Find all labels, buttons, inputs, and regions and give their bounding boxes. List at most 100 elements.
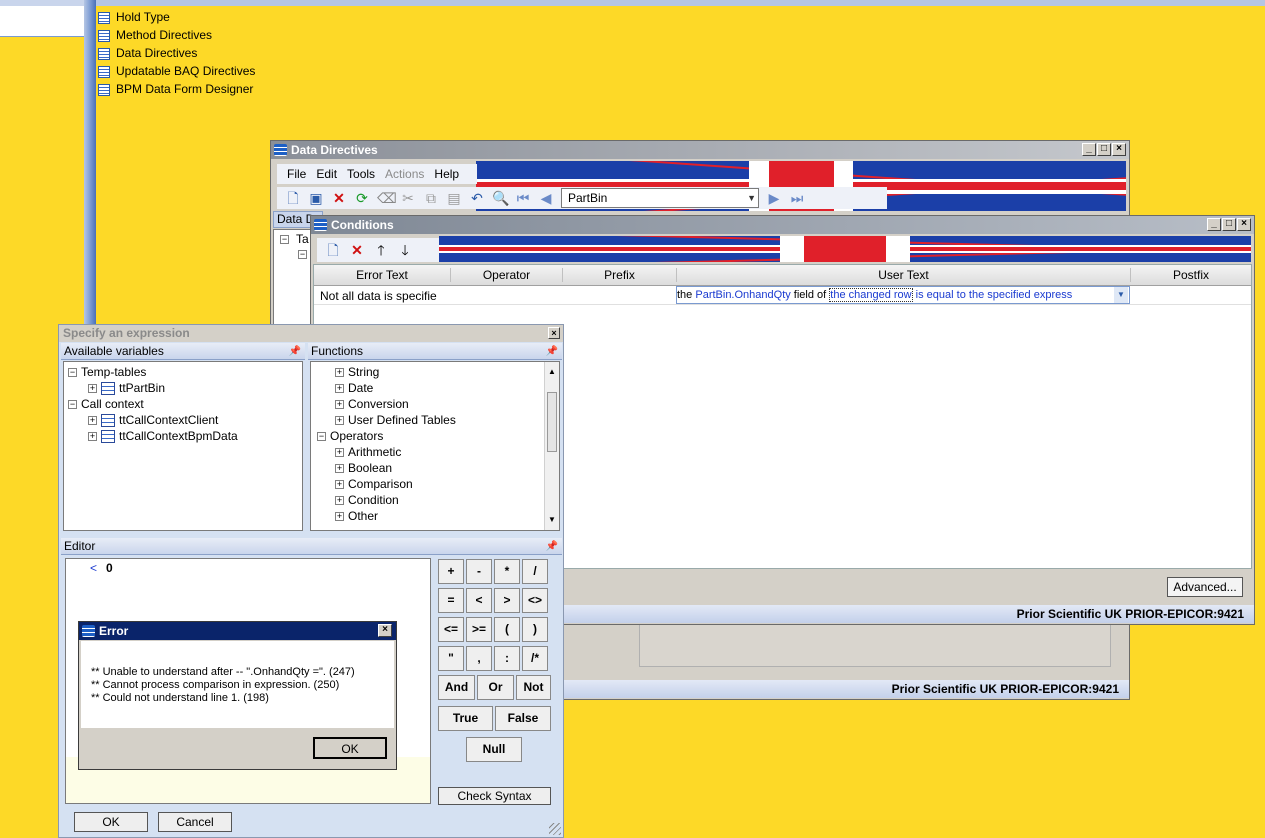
expand-icon[interactable]: +	[335, 480, 344, 490]
minimize-button[interactable]: _	[1207, 218, 1221, 231]
advanced-button[interactable]: Advanced...	[1167, 577, 1243, 597]
expand-icon[interactable]: +	[335, 384, 344, 394]
collapse-icon[interactable]: −	[68, 400, 77, 410]
list-item[interactable]: Data Directives	[98, 46, 197, 60]
list-item[interactable]: Updatable BAQ Directives	[98, 64, 255, 78]
col-operator[interactable]: Operator	[450, 268, 562, 282]
col-user-text[interactable]: User Text	[676, 268, 1130, 282]
col-postfix[interactable]: Postfix	[1130, 268, 1251, 282]
tree-node-arithmetic[interactable]: + Arithmetic	[335, 444, 401, 460]
eraser-icon[interactable]: ⌫	[377, 190, 397, 206]
pin-icon[interactable]: 📌	[546, 343, 558, 360]
scroll-thumb[interactable]	[547, 392, 557, 452]
menu-edit[interactable]: Edit	[316, 167, 337, 181]
next-record-icon[interactable]: ▶	[766, 190, 782, 206]
field-link[interactable]: PartBin.OnhandQty	[695, 289, 790, 301]
check-syntax-button[interactable]: Check Syntax	[438, 787, 551, 805]
scroll-down-icon[interactable]: ▼	[548, 512, 556, 528]
conditions-titlebar[interactable]: Conditions _ □ ×	[311, 216, 1254, 234]
and-button[interactable]: And	[438, 675, 475, 700]
expand-icon[interactable]: +	[335, 400, 344, 410]
collapse-icon[interactable]: −	[280, 235, 289, 244]
maximize-button[interactable]: □	[1222, 218, 1236, 231]
less-equal-button[interactable]: <=	[438, 617, 464, 642]
chevron-down-icon[interactable]: ▼	[1114, 287, 1128, 303]
tree-node-temp-tables[interactable]: − Temp-tables	[68, 364, 146, 380]
tree-node-ttcallcontextbpmdata[interactable]: + ttCallContextBpmData	[88, 428, 238, 444]
null-button[interactable]: Null	[466, 737, 522, 762]
move-up-icon[interactable]: 🡑	[373, 242, 389, 258]
scrollbar[interactable]: ▲ ▼	[544, 362, 559, 530]
new-icon[interactable]: 🗋	[325, 242, 341, 258]
close-button[interactable]: ×	[548, 327, 560, 339]
close-button[interactable]: ×	[378, 624, 392, 637]
new-icon[interactable]: 🗋	[285, 190, 301, 206]
search-icon[interactable]: 🔍	[492, 190, 509, 206]
not-equal-button[interactable]: <>	[522, 588, 548, 613]
cancel-button[interactable]: Cancel	[158, 812, 232, 832]
undo-icon[interactable]: ↶	[469, 190, 485, 206]
record-selector[interactable]: PartBin ▼	[561, 188, 759, 208]
collapse-icon[interactable]: −	[317, 432, 326, 442]
tree-node-date[interactable]: + Date	[335, 380, 373, 396]
open-paren-button[interactable]: (	[494, 617, 520, 642]
pin-icon[interactable]: 📌	[546, 538, 558, 555]
comment-button[interactable]: /*	[522, 646, 548, 671]
collapse-icon[interactable]: −	[68, 368, 77, 378]
collapse-icon[interactable]: −	[298, 250, 307, 259]
error-ok-button[interactable]: OK	[313, 737, 387, 759]
delete-icon[interactable]: ✕	[349, 242, 365, 258]
expand-icon[interactable]: +	[335, 512, 344, 522]
expand-icon[interactable]: +	[335, 416, 344, 426]
tree-node-string[interactable]: + String	[335, 364, 379, 380]
expand-icon[interactable]: +	[335, 368, 344, 378]
delete-icon[interactable]: ✕	[331, 190, 347, 206]
scroll-up-icon[interactable]: ▲	[548, 364, 556, 380]
comma-button[interactable]: ,	[466, 646, 492, 671]
refresh-icon[interactable]: ⟳	[354, 190, 370, 206]
tree-node-conversion[interactable]: + Conversion	[335, 396, 409, 412]
tree-node-condition[interactable]: + Condition	[335, 492, 399, 508]
or-button[interactable]: Or	[477, 675, 514, 700]
close-button[interactable]: ×	[1237, 218, 1251, 231]
first-record-icon[interactable]: ⏮	[515, 190, 531, 206]
pin-icon[interactable]: 📌	[289, 343, 301, 360]
cell-error-text[interactable]: Not all data is specifie	[320, 289, 437, 303]
tree-node-operators[interactable]: − Operators	[317, 428, 383, 444]
cut-icon[interactable]: ✂	[400, 190, 416, 206]
ok-button[interactable]: OK	[74, 812, 148, 832]
tree-node-comparison[interactable]: + Comparison	[335, 476, 413, 492]
table-row[interactable]: Not all data is specifie the PartBin.Onh…	[314, 286, 1251, 305]
quote-button[interactable]: "	[438, 646, 464, 671]
expand-icon[interactable]: +	[335, 464, 344, 474]
menu-file[interactable]: File	[287, 167, 306, 181]
expand-icon[interactable]: +	[335, 496, 344, 506]
equals-button[interactable]: =	[438, 588, 464, 613]
expand-icon[interactable]: +	[88, 416, 97, 426]
col-prefix[interactable]: Prefix	[562, 268, 676, 282]
expand-icon[interactable]: +	[335, 448, 344, 458]
divide-button[interactable]: /	[522, 559, 548, 584]
last-record-icon[interactable]: ⏭	[789, 190, 805, 206]
minimize-button[interactable]: _	[1082, 143, 1096, 156]
minus-button[interactable]: -	[466, 559, 492, 584]
list-item[interactable]: BPM Data Form Designer	[98, 82, 253, 96]
close-button[interactable]: ×	[1112, 143, 1126, 156]
expression-link[interactable]: the specified express	[969, 289, 1072, 301]
greater-equal-button[interactable]: >=	[466, 617, 492, 642]
expand-icon[interactable]: +	[88, 432, 97, 442]
prev-record-icon[interactable]: ◀	[538, 190, 554, 206]
operator-link[interactable]: is equal to	[913, 289, 969, 301]
multiply-button[interactable]: *	[494, 559, 520, 584]
tree-node-other[interactable]: + Other	[335, 508, 378, 524]
expand-icon[interactable]: +	[88, 384, 97, 394]
tree-node-boolean[interactable]: + Boolean	[335, 460, 392, 476]
expression-titlebar[interactable]: Specify an expression ×	[59, 325, 563, 342]
tree-node-user-defined-tables[interactable]: + User Defined Tables	[335, 412, 456, 428]
save-icon[interactable]: ▣	[308, 190, 324, 206]
copy-icon[interactable]: ⧉	[423, 190, 439, 206]
menu-actions[interactable]: Actions	[385, 167, 424, 181]
less-than-button[interactable]: <	[466, 588, 492, 613]
move-down-icon[interactable]: 🡓	[397, 242, 413, 258]
close-paren-button[interactable]: )	[522, 617, 548, 642]
